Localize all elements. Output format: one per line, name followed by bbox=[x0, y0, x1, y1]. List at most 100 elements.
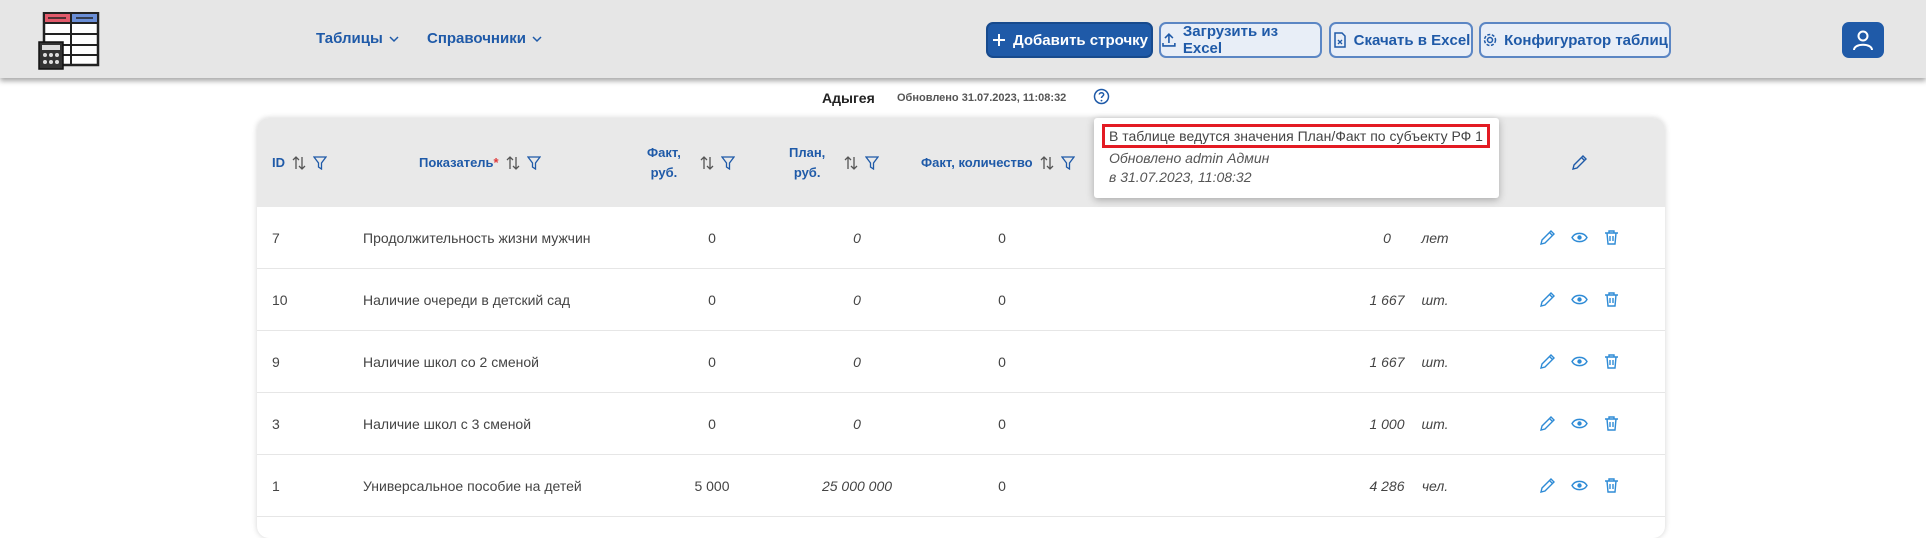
plus-icon bbox=[992, 34, 1005, 46]
table-subheader: Адыгея Обновлено 31.07.2023, 11:08:32 bbox=[0, 88, 1926, 108]
gear-icon bbox=[1483, 33, 1497, 47]
top-bar: Таблицы Справочники Добавить строчку Заг… bbox=[0, 0, 1926, 78]
upload-excel-button[interactable]: Загрузить из Excel bbox=[1159, 22, 1322, 58]
column-header-plan-rub[interactable]: План, руб. bbox=[789, 118, 880, 207]
cell-unit: лет bbox=[1421, 230, 1449, 246]
table-configurator-button[interactable]: Конфигуратор таблиц bbox=[1479, 22, 1671, 58]
cell-fact-rub: 5 000 bbox=[694, 478, 730, 494]
column-header-indicator[interactable]: Показатель* bbox=[419, 118, 541, 207]
edit-pencil-icon[interactable] bbox=[1539, 353, 1556, 370]
cell-unit: чел. bbox=[1421, 478, 1449, 494]
edit-pencil-icon[interactable] bbox=[1539, 229, 1556, 246]
table-row[interactable]: 10 Наличие очереди в детский сад 0 0 0 1 667 ш… bbox=[257, 269, 1665, 331]
cell-indicator: Универсальное пособие на детей bbox=[363, 478, 582, 494]
view-eye-icon[interactable] bbox=[1571, 477, 1588, 494]
user-profile-button[interactable] bbox=[1842, 22, 1884, 58]
sort-icon[interactable] bbox=[505, 155, 521, 171]
sort-icon[interactable] bbox=[1039, 155, 1055, 171]
cell-plan-rub: 0 bbox=[853, 354, 861, 370]
view-eye-icon[interactable] bbox=[1571, 353, 1588, 370]
download-excel-label: Скачать в Excel bbox=[1353, 31, 1471, 49]
edit-pencil-icon[interactable] bbox=[1539, 291, 1556, 308]
nav-references-label: Справочники bbox=[427, 30, 526, 47]
cell-unit: шт. bbox=[1421, 354, 1449, 370]
delete-trash-icon[interactable] bbox=[1603, 415, 1620, 432]
filter-icon[interactable] bbox=[526, 155, 541, 170]
tooltip-updated-at: в 31.07.2023, 11:08:32 bbox=[1109, 169, 1252, 185]
cell-id: 1 bbox=[272, 478, 280, 494]
cell-id: 7 bbox=[272, 230, 280, 246]
column-fact-qty-label: Факт, количество bbox=[921, 154, 1033, 170]
column-header-id[interactable]: ID bbox=[272, 118, 327, 207]
sort-icon[interactable] bbox=[291, 155, 307, 171]
view-eye-icon[interactable] bbox=[1571, 415, 1588, 432]
column-indicator-label: Показатель* bbox=[419, 154, 499, 170]
table-row[interactable]: 9 Наличие школ со 2 сменой 0 0 0 1 667 шт. bbox=[257, 331, 1665, 393]
sort-icon[interactable] bbox=[843, 155, 859, 171]
excel-file-icon bbox=[1333, 32, 1346, 48]
cell-indicator: Наличие школ со 2 сменой bbox=[363, 354, 539, 370]
help-circle-icon[interactable] bbox=[1093, 88, 1110, 105]
nav-tables-label: Таблицы bbox=[316, 30, 383, 47]
sort-icon[interactable] bbox=[699, 155, 715, 171]
cell-fact-qty: 0 bbox=[998, 354, 1006, 370]
cell-fact-qty: 0 bbox=[998, 478, 1006, 494]
upload-icon bbox=[1162, 32, 1176, 47]
tooltip-updated-by: Обновлено admin Админ bbox=[1109, 150, 1270, 166]
cell-fact-qty: 0 bbox=[998, 416, 1006, 432]
delete-trash-icon[interactable] bbox=[1603, 291, 1620, 308]
filter-icon[interactable] bbox=[720, 155, 735, 170]
cell-fact-rub: 0 bbox=[708, 230, 716, 246]
chevron-down-icon bbox=[532, 35, 542, 42]
cell-plan-rub: 0 bbox=[853, 230, 861, 246]
nav-tables-menu[interactable]: Таблицы bbox=[316, 30, 399, 47]
region-title: Адыгея bbox=[822, 90, 875, 106]
filter-icon[interactable] bbox=[865, 155, 880, 170]
cell-plan-rub: 25 000 000 bbox=[821, 478, 893, 494]
cell-unit: шт. bbox=[1421, 416, 1449, 432]
column-header-fact-qty[interactable]: Факт, количество bbox=[921, 118, 1075, 207]
delete-trash-icon[interactable] bbox=[1603, 477, 1620, 494]
cell-plan-rub: 0 bbox=[853, 416, 861, 432]
cell-indicator: Наличие школ с 3 сменой bbox=[363, 416, 532, 432]
column-id-label: ID bbox=[272, 154, 285, 170]
view-eye-icon[interactable] bbox=[1571, 229, 1588, 246]
updated-timestamp: Обновлено 31.07.2023, 11:08:32 bbox=[897, 92, 1067, 104]
cell-id: 10 bbox=[272, 292, 288, 308]
cell-indicator: Наличие очереди в детский сад bbox=[363, 292, 571, 308]
filter-icon[interactable] bbox=[313, 155, 327, 170]
edit-pencil-icon[interactable] bbox=[1539, 415, 1556, 432]
cell-fact-qty: 0 bbox=[998, 292, 1006, 308]
configurator-label: Конфигуратор таблиц bbox=[1504, 31, 1668, 49]
cell-id: 9 bbox=[272, 354, 280, 370]
cell-id: 3 bbox=[272, 416, 280, 432]
add-row-button[interactable]: Добавить строчку bbox=[986, 22, 1153, 58]
edit-columns-pencil-icon[interactable] bbox=[1571, 154, 1588, 171]
edit-pencil-icon[interactable] bbox=[1539, 477, 1556, 494]
cell-plan-rub: 0 bbox=[853, 292, 861, 308]
column-fact-rub-label: Факт, руб. bbox=[647, 144, 681, 180]
table-row[interactable]: 1 Универсальное пособие на детей 5 000 25 0… bbox=[257, 455, 1665, 517]
column-header-fact-rub[interactable]: Факт, руб. bbox=[647, 118, 735, 207]
table-info-tooltip: В таблице ведутся значения План/Факт по … bbox=[1094, 118, 1499, 198]
cell-fact-rub: 0 bbox=[708, 416, 716, 432]
add-row-label: Добавить строчку bbox=[1012, 31, 1148, 49]
download-excel-button[interactable]: Скачать в Excel bbox=[1329, 22, 1473, 58]
delete-trash-icon[interactable] bbox=[1603, 229, 1620, 246]
nav-references-menu[interactable]: Справочники bbox=[427, 30, 542, 47]
cell-fact-rub: 0 bbox=[708, 292, 716, 308]
user-icon bbox=[1853, 30, 1873, 51]
app-logo-icon[interactable] bbox=[38, 11, 100, 70]
upload-excel-label: Загрузить из Excel bbox=[1182, 23, 1279, 57]
filter-icon[interactable] bbox=[1060, 155, 1075, 170]
column-plan-rub-label: План, руб. bbox=[789, 144, 826, 180]
cell-fact-rub: 0 bbox=[708, 354, 716, 370]
delete-trash-icon[interactable] bbox=[1603, 353, 1620, 370]
cell-indicator: Продолжительность жизни мужчин bbox=[363, 230, 591, 246]
tooltip-description: В таблице ведутся значения План/Факт по … bbox=[1102, 124, 1490, 148]
cell-fact-qty: 0 bbox=[998, 230, 1006, 246]
table-row[interactable]: 7 Продолжительность жизни мужчин 0 0 0 0 лет bbox=[257, 207, 1665, 269]
view-eye-icon[interactable] bbox=[1571, 291, 1588, 308]
cell-unit: шт. bbox=[1421, 292, 1449, 308]
table-row[interactable]: 3 Наличие школ с 3 сменой 0 0 0 1 000 шт. bbox=[257, 393, 1665, 455]
